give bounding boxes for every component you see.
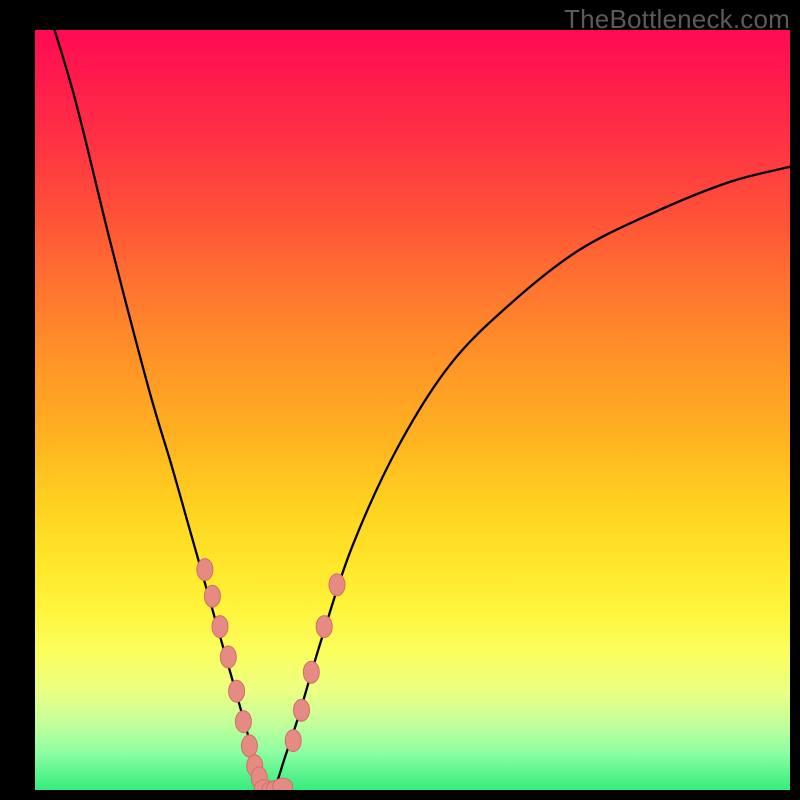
data-marker <box>303 661 319 683</box>
watermark-text: TheBottleneck.com <box>564 4 790 35</box>
data-marker <box>220 646 236 668</box>
marker-layer <box>197 559 345 790</box>
chart-frame: TheBottleneck.com <box>0 0 800 800</box>
data-marker <box>329 574 345 596</box>
data-marker <box>316 616 332 638</box>
data-marker <box>273 778 293 790</box>
data-marker <box>204 585 220 607</box>
plot-area <box>35 30 790 790</box>
data-marker <box>229 680 245 702</box>
curve-layer <box>35 30 790 790</box>
bottleneck-curve-svg <box>35 30 790 790</box>
data-marker <box>235 711 251 733</box>
data-marker <box>294 699 310 721</box>
data-marker <box>212 616 228 638</box>
data-marker <box>197 559 213 581</box>
data-marker <box>241 735 257 757</box>
bottleneck-curve <box>35 30 790 790</box>
data-marker <box>285 730 301 752</box>
